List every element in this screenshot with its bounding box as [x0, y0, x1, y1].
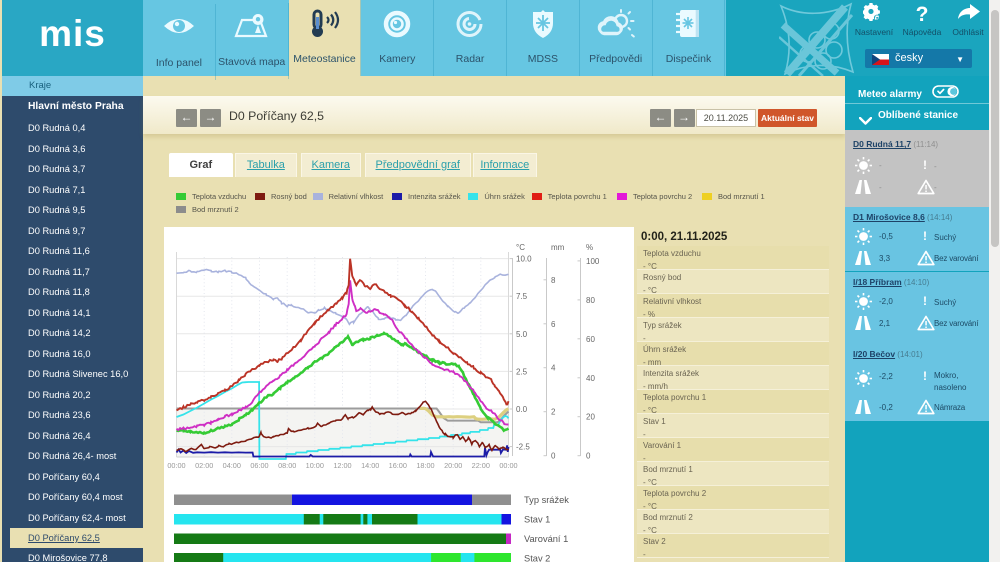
- svg-text:100: 100: [586, 257, 600, 266]
- svg-text:12:00: 12:00: [333, 461, 351, 470]
- svg-text:16:00: 16:00: [389, 461, 407, 470]
- svg-text:6: 6: [551, 320, 556, 329]
- svg-text:02:00: 02:00: [195, 461, 213, 470]
- svg-text:60: 60: [586, 335, 595, 344]
- svg-text:0: 0: [551, 452, 556, 461]
- svg-text:Varování 1: Varování 1: [524, 534, 568, 544]
- svg-text:00:00: 00:00: [167, 461, 185, 470]
- svg-text:Stav 1: Stav 1: [524, 515, 550, 525]
- svg-text:18:00: 18:00: [416, 461, 434, 470]
- svg-text:40: 40: [586, 374, 595, 383]
- svg-text:4: 4: [551, 364, 556, 373]
- svg-text:22:00: 22:00: [472, 461, 490, 470]
- svg-text:20: 20: [586, 413, 595, 422]
- svg-text:10.0: 10.0: [516, 255, 532, 264]
- svg-text:14:00: 14:00: [361, 461, 379, 470]
- svg-text:Stav 2: Stav 2: [524, 554, 550, 562]
- svg-text:80: 80: [586, 296, 595, 305]
- svg-text:-2.5: -2.5: [516, 443, 530, 452]
- svg-text:06:00: 06:00: [250, 461, 268, 470]
- svg-text:0: 0: [586, 452, 591, 461]
- svg-text:2.5: 2.5: [516, 367, 528, 376]
- svg-text:00:00: 00:00: [499, 461, 517, 470]
- svg-text:20:00: 20:00: [444, 461, 462, 470]
- svg-text:04:00: 04:00: [223, 461, 241, 470]
- svg-text:mm: mm: [551, 243, 565, 252]
- svg-text:8: 8: [551, 276, 556, 285]
- svg-text:08:00: 08:00: [278, 461, 296, 470]
- svg-text:Typ srážek: Typ srážek: [524, 495, 569, 505]
- svg-text:°C: °C: [516, 243, 525, 252]
- svg-text:?: ?: [916, 3, 929, 25]
- svg-text:10:00: 10:00: [306, 461, 324, 470]
- svg-text:7.5: 7.5: [516, 292, 528, 301]
- svg-text:%: %: [586, 243, 593, 252]
- svg-text:0.0: 0.0: [516, 405, 528, 414]
- svg-text:2: 2: [551, 408, 556, 417]
- svg-text:5.0: 5.0: [516, 330, 528, 339]
